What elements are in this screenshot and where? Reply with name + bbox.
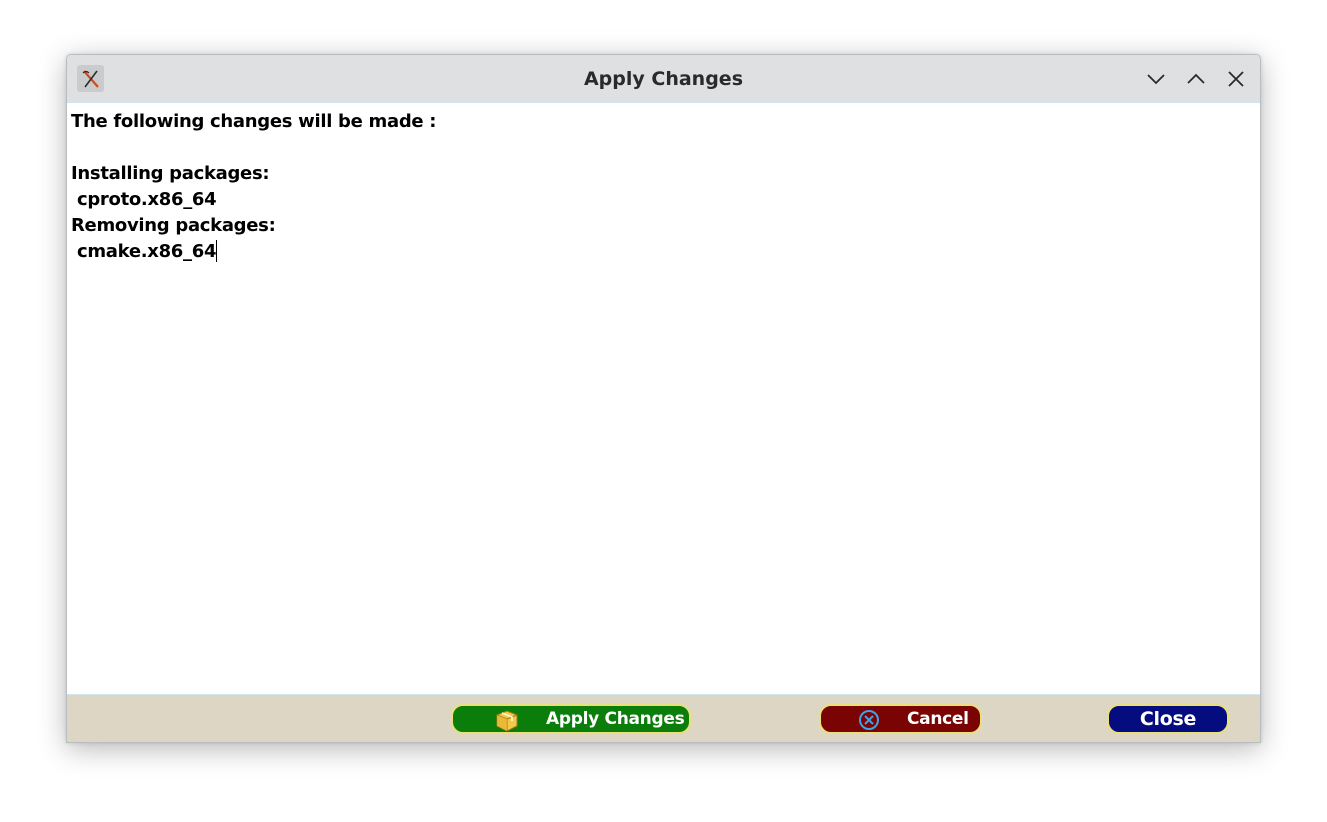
x-app-icon <box>77 65 104 92</box>
title-bar[interactable]: Apply Changes <box>67 55 1260 102</box>
maximize-icon[interactable] <box>1183 66 1208 91</box>
apply-changes-window: Apply Changes The following changes will… <box>66 54 1261 743</box>
summary-heading: The following changes will be made : <box>71 111 437 132</box>
remove-package-item-row: cmake.x86_64 <box>71 239 1256 265</box>
changes-text-area[interactable]: The following changes will be made : Ins… <box>67 102 1260 695</box>
apply-changes-button[interactable]: Apply Changes <box>451 704 691 734</box>
package-box-icon <box>495 710 519 732</box>
apply-changes-label: Apply Changes <box>546 709 685 729</box>
cancel-circle-icon <box>858 709 880 731</box>
cancel-button[interactable]: Cancel <box>819 704 982 734</box>
remove-package-item: cmake.x86_64 <box>71 241 217 262</box>
window-controls <box>1143 66 1248 91</box>
cancel-label: Cancel <box>907 709 969 729</box>
text-caret <box>216 240 218 262</box>
window-title: Apply Changes <box>583 67 744 90</box>
close-button[interactable]: Close <box>1107 704 1229 734</box>
removing-heading: Removing packages: <box>71 215 276 236</box>
close-icon[interactable] <box>1223 66 1248 91</box>
minimize-icon[interactable] <box>1143 66 1168 91</box>
install-package-item: cproto.x86_64 <box>71 189 217 210</box>
installing-heading: Installing packages: <box>71 163 270 184</box>
close-label: Close <box>1139 708 1197 730</box>
button-bar: Apply Changes Cancel Close <box>67 695 1260 742</box>
